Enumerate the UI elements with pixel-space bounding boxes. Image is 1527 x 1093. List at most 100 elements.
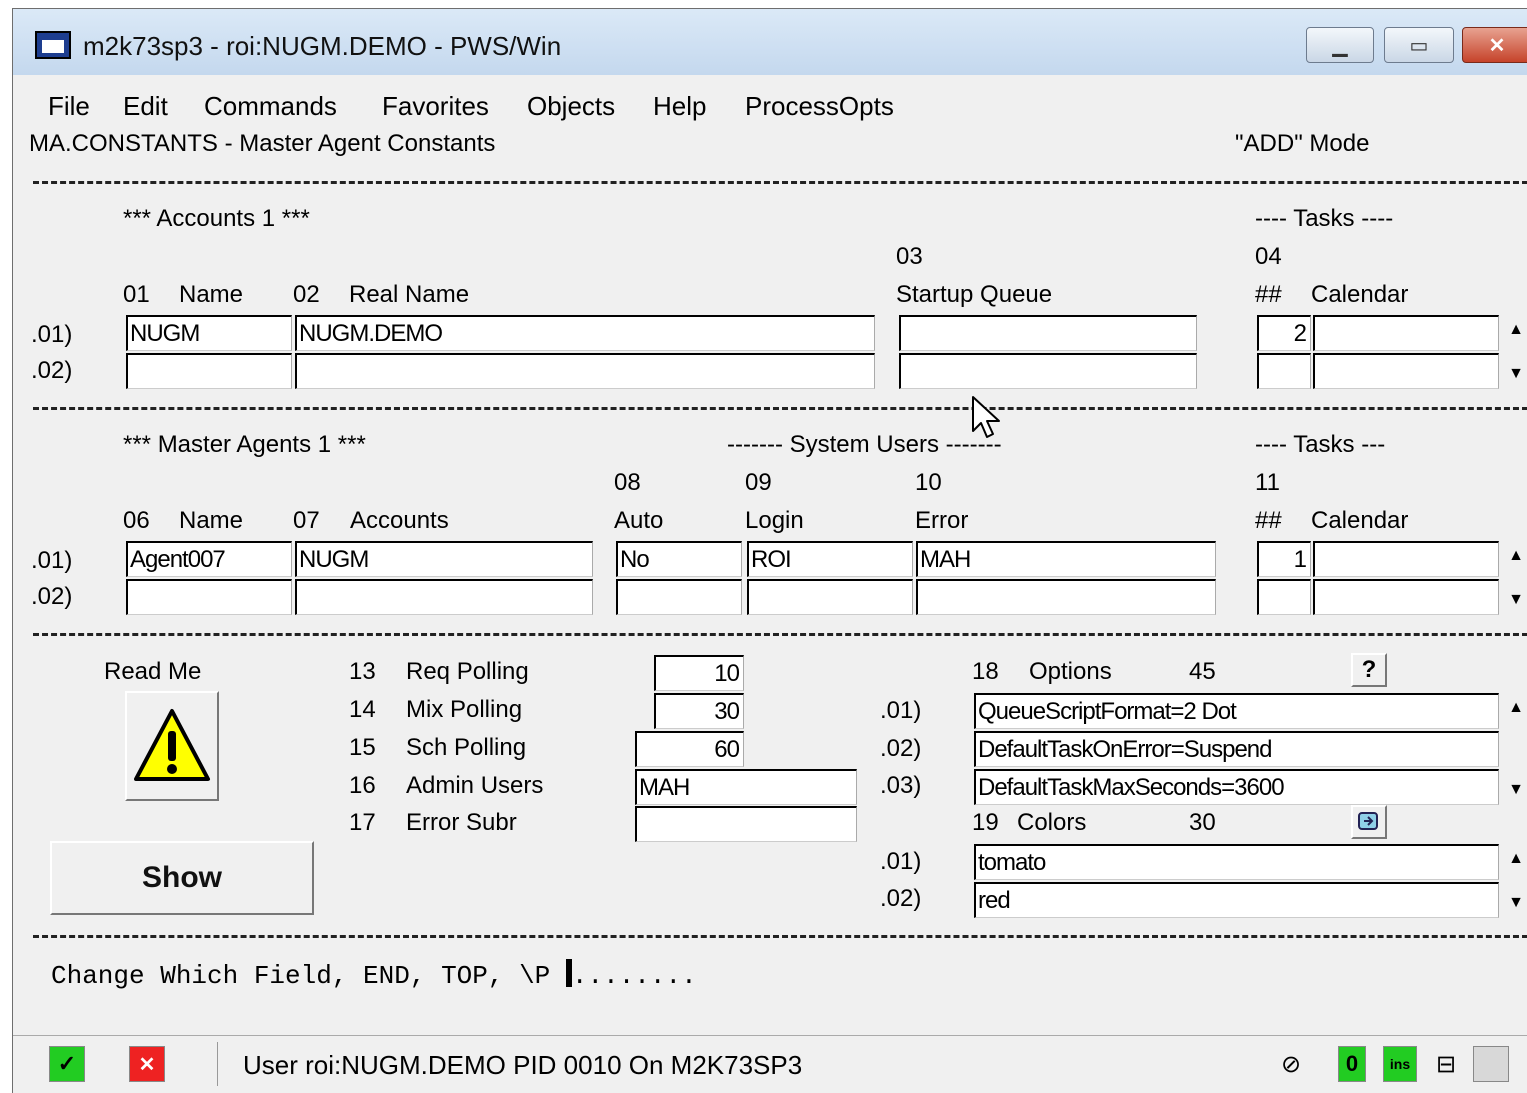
minimize-button[interactable]: ▁ [1306,27,1374,63]
task-calendar-field[interactable] [1313,315,1499,351]
agent-accounts-field[interactable]: NUGM [295,541,593,577]
app-icon[interactable] [35,31,71,59]
scroll-up-arrow-icon[interactable]: ▲ [1501,541,1527,571]
row-label: .01) [31,321,73,348]
agent-name-field[interactable]: Agent007 [126,541,292,577]
col-04-label: Calendar [1311,281,1409,308]
colors-scrollbar[interactable]: ▲ ▼ [1501,844,1527,918]
options-number: 18 [972,658,999,685]
agent-task-calendar-field[interactable] [1313,541,1499,577]
options-help-button[interactable]: ? [1351,653,1387,687]
scroll-down-arrow-icon[interactable]: ▼ [1501,888,1527,918]
status-bar: ✓ ✕ User roi:NUGM.DEMO PID 0010 On M2K73… [13,1035,1527,1093]
menu-objects[interactable]: Objects [527,91,615,122]
menu-file[interactable]: File [48,91,90,122]
option-value-field[interactable]: QueueScriptFormat=2 Dot [974,693,1499,729]
color-value-field[interactable]: tomato [974,844,1499,880]
close-button[interactable]: ✕ [1462,27,1527,63]
scroll-down-arrow-icon[interactable]: ▼ [1501,775,1527,805]
req-polling-field[interactable]: 10 [654,655,744,691]
prompt-text: Change Which Field, END, TOP, \P [51,961,566,991]
agent-name-field[interactable] [126,579,292,615]
option-value-field[interactable]: DefaultTaskMaxSeconds=3600 [974,769,1499,805]
task-calendar-field[interactable] [1313,353,1499,389]
divider [33,181,1527,184]
col-01-number: 01 [123,281,150,308]
screen-heading: MA.CONSTANTS - Master Agent Constants [29,130,496,157]
scroll-up-arrow-icon[interactable]: ▲ [1501,693,1527,723]
error-subr-field[interactable] [635,806,857,842]
accounts-scrollbar[interactable]: ▲ ▼ [1501,315,1527,389]
options-row-label: .03) [880,772,922,799]
divider [33,935,1527,938]
command-prompt[interactable]: Change Which Field, END, TOP, \P .......… [51,959,697,991]
agent-task-count-field[interactable] [1257,579,1311,615]
colors-label: Colors [1017,809,1087,836]
options-row-label: .02) [880,735,922,762]
mix-polling-field[interactable]: 30 [654,693,744,729]
account-real-name-field[interactable] [295,353,875,389]
window-title: m2k73sp3 - roi:NUGM.DEMO - PWS/Win [83,31,562,61]
startup-queue-field[interactable] [899,353,1197,389]
agent-login-field[interactable] [747,579,913,615]
scroll-up-arrow-icon[interactable]: ▲ [1501,315,1527,345]
agent-accounts-field[interactable] [295,579,593,615]
startup-queue-field[interactable] [899,315,1197,351]
agent-auto-field[interactable] [616,579,742,615]
mode-indicator: "ADD" Mode [1235,130,1370,157]
color-value-field[interactable]: red [974,882,1499,918]
sch-polling-field[interactable]: 60 [635,731,744,767]
title-bar[interactable]: m2k73sp3 - roi:NUGM.DEMO - PWS/Win ▁ ▭ ✕ [13,9,1527,75]
scroll-down-arrow-icon[interactable]: ▼ [1501,585,1527,615]
colors-count: 30 [1189,809,1216,836]
colors-row-label: .02) [880,885,922,912]
account-name-field[interactable] [126,353,292,389]
link-icon[interactable]: ⊘ [1273,1046,1309,1082]
read-me-button[interactable] [125,691,219,801]
maximize-button[interactable]: ▭ [1384,27,1454,63]
admin-users-field[interactable]: MAH [635,769,857,805]
mouse-pointer-icon [972,396,1000,438]
agent-task-calendar-field[interactable] [1313,579,1499,615]
save-disk-icon[interactable]: ⊟ [1429,1046,1463,1082]
row-label: .01) [31,547,73,574]
field-13-number: 13 [349,658,376,685]
col-08-label: Auto [614,507,664,534]
menu-processopts[interactable]: ProcessOpts [745,91,894,122]
col-06-label: Name [179,507,244,534]
menu-help[interactable]: Help [653,91,706,122]
divider [33,633,1527,636]
sch-polling-label: Sch Polling [406,734,527,761]
menu-edit[interactable]: Edit [123,91,168,122]
col-07-number: 07 [293,507,320,534]
agent-auto-field[interactable]: No [616,541,742,577]
scroll-up-arrow-icon[interactable]: ▲ [1501,844,1527,874]
agents-scrollbar[interactable]: ▲ ▼ [1501,541,1527,615]
cancel-x-icon[interactable]: ✕ [129,1046,165,1082]
mix-polling-label: Mix Polling [406,696,523,723]
col-08-number: 08 [614,469,641,496]
agent-task-count-field[interactable]: 1 [1257,541,1311,577]
col-03-number: 03 [896,243,923,270]
menu-bar: File Edit Commands Favorites Objects Hel… [13,79,1527,122]
col-11-number: 11 [1255,469,1280,496]
ok-check-icon[interactable]: ✓ [49,1046,85,1082]
req-polling-label: Req Polling [406,658,529,685]
options-scrollbar[interactable]: ▲ ▼ [1501,693,1527,805]
agent-error-field[interactable] [916,579,1216,615]
task-count-field[interactable]: 2 [1257,315,1311,351]
option-value-field[interactable]: DefaultTaskOnError=Suspend [974,731,1499,767]
colors-picker-button[interactable] [1351,805,1387,839]
task-count-field[interactable] [1257,353,1311,389]
agent-error-field[interactable]: MAH [916,541,1216,577]
menu-favorites[interactable]: Favorites [382,91,489,122]
account-real-name-field[interactable]: NUGM.DEMO [295,315,875,351]
scroll-down-arrow-icon[interactable]: ▼ [1501,359,1527,389]
menu-commands[interactable]: Commands [204,91,337,122]
error-subr-label: Error Subr [406,809,517,836]
account-name-field[interactable]: NUGM [126,315,292,351]
field-16-number: 16 [349,772,376,799]
show-button[interactable]: Show [50,841,314,915]
prompt-input-dots[interactable]: ........ [572,961,697,991]
agent-login-field[interactable]: ROI [747,541,913,577]
